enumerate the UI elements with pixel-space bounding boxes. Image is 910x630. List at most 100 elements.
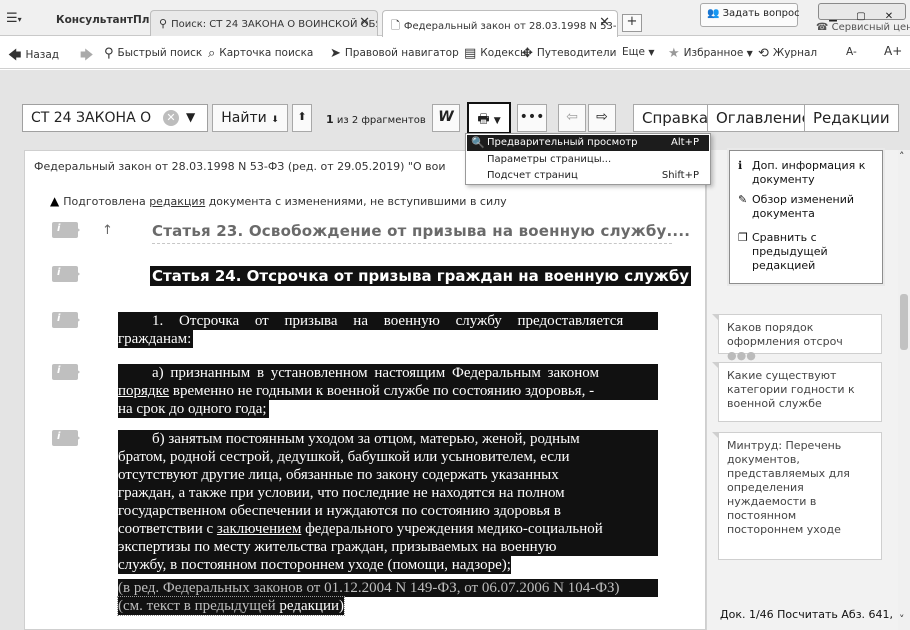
tab-label: Поиск: СТ 24 ЗАКОНА О ВОИНСКОЙ ОБЯЗ [171,19,378,30]
title-bar: ☰▾ КонсультантПлюс ⚲ Поиск: СТ 24 ЗАКОНА … [0,0,910,37]
chevron-down-icon: ▾ [17,15,22,24]
arrow-left-icon: 🡄 [8,48,22,63]
find-button[interactable]: Найти ⬇ [212,104,288,132]
find-label: Найти [221,110,267,126]
question-card[interactable]: Минтруд: Перечень документов, представля… [712,432,882,560]
codes-button[interactable]: ▤ Кодексы [464,46,528,61]
find-previous-button[interactable]: ⬆ [292,104,312,132]
question-card[interactable]: Какие существуют категории годности к во… [712,362,882,422]
forward-button[interactable]: 🡆 [80,46,97,68]
menu-item-preview[interactable]: 🔍 Предварительный просмотр Alt+P [467,135,709,151]
history-back-button[interactable]: ⇦ [558,104,586,132]
compare-icon: ❐ [738,231,748,244]
menu-item-page-setup[interactable]: Параметры страницы... [467,152,709,168]
text-line: граждан, а также при условии, что послед… [118,484,658,502]
contents-button[interactable]: Оглавление [707,104,820,132]
favorites-button[interactable]: ★ Избранное ▼ [668,46,753,61]
help-button[interactable]: Справка [633,104,718,132]
printer-icon: 🖶 [477,112,490,127]
search-field[interactable]: ✕ ▼ [22,104,208,132]
changes-icon: ✎ [738,193,748,206]
back-button[interactable]: 🡄 Назад [8,46,59,68]
text-line: на срок до одного года; [118,400,269,418]
menu-item-count-pages[interactable]: Подсчет страниц Shift+P [467,168,709,184]
toolbar: 🡄 Назад 🡆 ⚲ Быстрый поиск ⌕ Карточка поиска… [0,37,910,69]
info-marker-icon[interactable]: i [52,266,80,282]
service-icon: ☎ [816,22,829,33]
edition-note[interactable]: (в ред. Федеральных законов от 01.12.200… [118,579,658,597]
order-link[interactable]: порядке [118,383,169,399]
text-line: порядке временно не годными к военной сл… [118,382,658,400]
scrollbar[interactable] [898,150,910,630]
previous-article-link[interactable]: Статья 23. Освобождение от призыва на во… [152,222,690,240]
text-line: экспертизы по месту жительства граждан, … [118,538,658,556]
word-export-button[interactable]: W [432,104,460,132]
menu-item-label: Подсчет страниц [487,170,578,181]
arrow-right-icon: 🡆 [80,48,94,63]
document-title: Федеральный закон от 28.03.1998 N 53-ФЗ … [34,160,446,173]
tab-document[interactable]: 🗋 Федеральный закон от 28.03.1998 N 53-ФЗ… [382,10,618,37]
text-line: б) занятым постоянным уходом за отцом, м… [118,430,658,448]
menu-shortcut: Shift+P [661,170,699,181]
search-card-button[interactable]: ⌕ Карточка поиска [208,46,313,61]
chevron-down-icon[interactable]: ▼ [186,110,195,124]
tab-search[interactable]: ⚲ Поиск: СТ 24 ЗАКОНА О ВОИНСКОЙ ОБЯЗ ✕ [150,10,378,36]
more-label: Еще [622,46,645,58]
ask-question-label: Задать вопрос [722,8,800,19]
guides-button[interactable]: ✥ Путеводители [522,46,616,61]
book-icon: ▤ [464,46,477,61]
more-actions-button[interactable]: ••• [517,104,547,132]
paragraph-1: 1. Отсрочка от призыва на военную службу… [118,312,658,353]
preview-icon: 🔍 [471,136,485,149]
service-center-label: Сервисный центр [831,22,910,33]
question-text: Каков порядок оформления отсроч [727,321,843,348]
compass-icon: ➤ [330,46,341,61]
edition-link[interactable]: редакция [149,195,205,208]
legal-navigator-button[interactable]: ➤ Правовой навигатор [330,46,459,61]
new-tab-button[interactable]: + [622,14,642,32]
info-marker-icon[interactable]: i [52,430,80,446]
prev-text-line[interactable]: (см. текст в предыдущей редакции) [116,596,346,616]
font-smaller-button[interactable]: A- [846,46,857,58]
paragraph-3: б) занятым постоянным уходом за отцом, м… [116,430,658,620]
close-tab-icon[interactable]: ✕ [359,15,370,30]
fragment-counter: 1 из 2 фрагментов [326,113,426,126]
info-marker-icon[interactable]: i [52,312,80,328]
journal-button[interactable]: ⟲ Журнал [758,46,817,61]
print-button[interactable]: 🖶 ▼ [467,102,511,134]
previous-edition-link[interactable]: редакции) [279,598,344,614]
guides-label: Путеводители [536,47,617,59]
search-input[interactable] [29,106,159,130]
chevron-up-icon[interactable]: ˄ [899,150,905,163]
arrow-left-icon: ⇦ [566,109,578,125]
main-menu-button[interactable]: ☰▾ [6,11,44,31]
plus-icon: + [626,14,638,29]
conclusion-link[interactable]: заключением [217,521,301,537]
scrollbar-thumb[interactable] [900,294,908,350]
quick-search-label: Быстрый поиск [117,47,203,59]
history-forward-button[interactable]: ⇨ [588,104,616,132]
history-icon: ⟲ [758,46,769,61]
service-center-link[interactable]: ☎ Сервисный центр [816,22,910,33]
clear-search-icon[interactable]: ✕ [163,110,179,126]
chevron-down-icon: ▼ [746,49,753,58]
star-icon: ★ [668,46,680,61]
info-marker-icon[interactable]: i [52,222,80,238]
info-marker-icon[interactable]: i [52,364,80,380]
status-footer: Док. 1/46 Посчитать Абз. 641, [720,608,894,621]
chevron-down-icon[interactable]: ˅ [899,613,905,626]
text-line: 1. Отсрочка от призыва на военную службу… [118,312,658,330]
hamburger-icon: ☰ [6,11,18,26]
arrow-up-icon[interactable]: ↑ [102,223,113,238]
close-tab-icon[interactable]: ✕ [599,15,610,30]
more-menu-button[interactable]: Еще ▼ [622,46,654,58]
font-bigger-button[interactable]: A+ [884,44,902,58]
text-fragment: федерального учреждения медико-социально… [305,521,603,537]
text-line: службу, в постоянном постороннем уходе (… [118,556,511,574]
editions-button[interactable]: Редакции [804,104,899,132]
quick-search-button[interactable]: ⚲ Быстрый поиск [104,46,202,61]
ask-question-button[interactable]: 👥 Задать вопрос [700,3,800,27]
text-line: отсутствуют другие лица, обязанные по за… [118,466,658,484]
card-search-icon: ⌕ [208,46,216,61]
question-card[interactable]: Каков порядок оформления отсроч ●●● [712,314,882,362]
